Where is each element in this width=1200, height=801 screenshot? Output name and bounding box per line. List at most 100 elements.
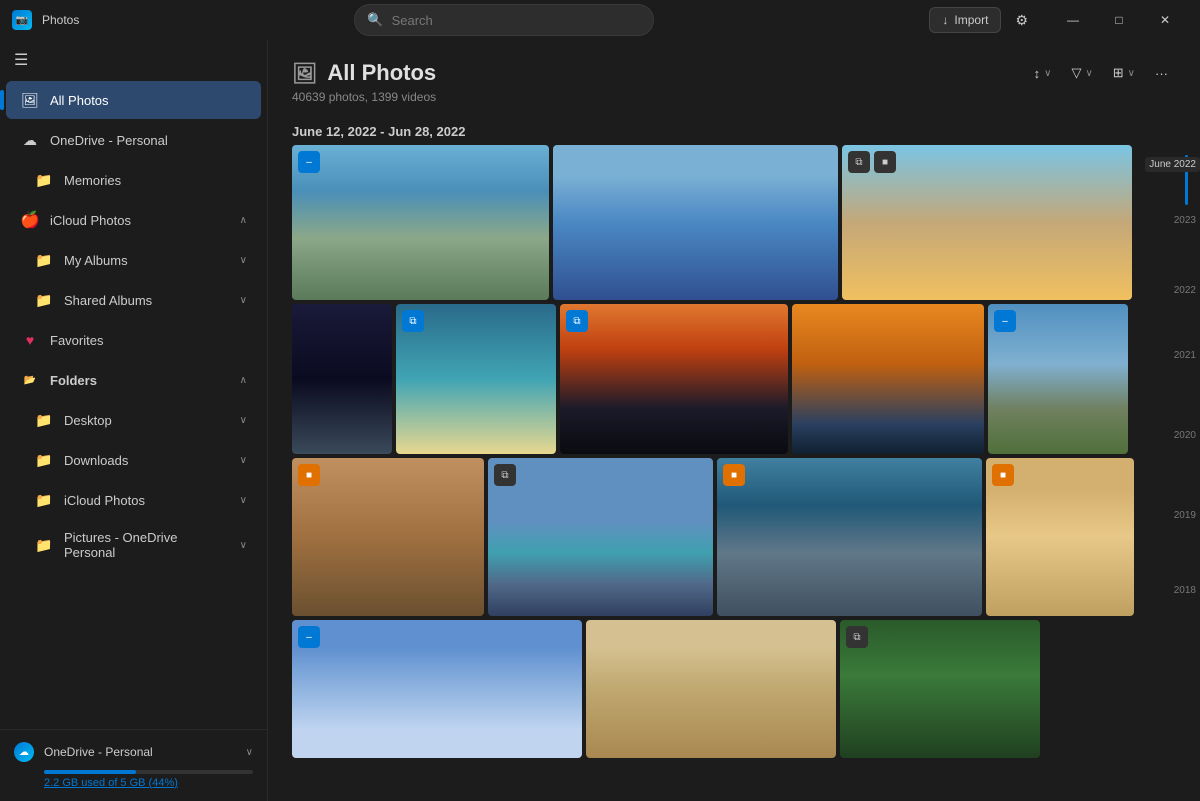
- pictures-onedrive-label: Pictures - OneDrive Personal: [64, 530, 230, 560]
- active-indicator: [0, 90, 4, 110]
- photo-thumb[interactable]: –: [988, 304, 1128, 454]
- photo-thumb[interactable]: –: [292, 620, 582, 758]
- photo-thumb[interactable]: [586, 620, 836, 758]
- photo-row-4: – ⧉: [292, 620, 1160, 758]
- photo-thumb[interactable]: ⧉ ■: [842, 145, 1132, 300]
- sidebar-footer: ☁ OneDrive - Personal ∨ 2.2 GB used of 5…: [0, 729, 267, 801]
- sidebar-item-memories[interactable]: 📁 Memories: [6, 161, 261, 199]
- content-toolbar: ↕ ∨ ▽ ∨ ⊞ ∨ ···: [1026, 60, 1176, 86]
- import-label: Import: [954, 13, 988, 27]
- settings-button[interactable]: ⚙: [1005, 6, 1038, 35]
- sort-button[interactable]: ↕ ∨: [1026, 61, 1060, 86]
- sidebar-item-all-photos[interactable]: 🖼 All Photos: [6, 81, 261, 119]
- window-controls: — □ ✕: [1050, 4, 1188, 36]
- icloud-icon: 🍎: [20, 210, 40, 230]
- pictures-onedrive-icon: 📁: [34, 535, 54, 555]
- sidebar-item-desktop[interactable]: 📁 Desktop ∨: [6, 401, 261, 439]
- photo-grid: – ⧉ ■: [292, 145, 1160, 801]
- app-title: Photos: [42, 13, 79, 27]
- sidebar-item-onedrive[interactable]: ☁ OneDrive - Personal: [6, 121, 261, 159]
- app-icon: 📷: [12, 10, 32, 30]
- shared-albums-chevron: ∨: [240, 295, 247, 306]
- favorites-icon: ♥: [20, 330, 40, 350]
- storage-item[interactable]: ☁ OneDrive - Personal ∨: [14, 742, 253, 762]
- settings-icon: ⚙: [1015, 12, 1028, 29]
- search-bar[interactable]: 🔍 Search: [354, 4, 654, 36]
- sidebar-item-icloud[interactable]: 🍎 iCloud Photos ∧: [6, 201, 261, 239]
- photo-thumb[interactable]: ■: [986, 458, 1134, 616]
- sidebar-item-folders[interactable]: 📂 Folders ∧: [6, 361, 261, 399]
- timeline-year-2021[interactable]: 2021: [1174, 350, 1196, 361]
- folders-label: Folders: [50, 373, 230, 388]
- title-icon: 🖼: [292, 61, 317, 86]
- sidebar-item-pictures-onedrive[interactable]: 📁 Pictures - OneDrive Personal ∨: [6, 521, 261, 569]
- sidebar-item-downloads[interactable]: 📁 Downloads ∨: [6, 441, 261, 479]
- favorites-label: Favorites: [50, 333, 247, 348]
- sidebar: ☰ 🖼 All Photos ☁ OneDrive - Personal 📁 M…: [0, 40, 268, 801]
- photo-thumb[interactable]: ⧉: [396, 304, 556, 454]
- timeline-year-2018[interactable]: 2018: [1174, 585, 1196, 596]
- close-button[interactable]: ✕: [1142, 4, 1188, 36]
- downloads-icon: 📁: [34, 450, 54, 470]
- view-icon: ⊞: [1113, 65, 1124, 81]
- photo-thumb[interactable]: [792, 304, 984, 454]
- storage-text[interactable]: 2.2 GB used of 5 GB (44%): [44, 777, 253, 789]
- onedrive-icon: ☁: [20, 130, 40, 150]
- photo-thumb[interactable]: ⧉: [840, 620, 1040, 758]
- titlebar-center: 🔍 Search: [79, 4, 929, 36]
- content-title-row: 🖼 All Photos ↕ ∨ ▽ ∨ ⊞ ∨: [292, 60, 1176, 86]
- shared-albums-icon: 📁: [34, 290, 54, 310]
- titlebar-left: 📷 Photos: [12, 10, 79, 30]
- storage-chevron: ∨: [246, 747, 253, 758]
- filter-button[interactable]: ▽ ∨: [1063, 60, 1100, 86]
- timeline-year-2023[interactable]: 2023: [1174, 215, 1196, 226]
- photo-thumb[interactable]: [292, 304, 392, 454]
- folders-chevron: ∧: [240, 375, 247, 386]
- storage-bar: [44, 770, 136, 774]
- titlebar: 📷 Photos 🔍 Search ↓ Import ⚙ — □ ✕: [0, 0, 1200, 40]
- sidebar-item-icloud-folder[interactable]: 📁 iCloud Photos ∨: [6, 481, 261, 519]
- photo-thumb[interactable]: ⧉: [488, 458, 713, 616]
- timeline-sidebar: June 2022 2023 2022 2021 2020 2019 2018: [1160, 145, 1200, 801]
- my-albums-label: My Albums: [64, 253, 230, 268]
- photo-grid-container: – ⧉ ■: [268, 145, 1200, 801]
- icloud-chevron: ∧: [240, 215, 247, 226]
- photo-row-2: ⧉ ⧉ –: [292, 304, 1160, 454]
- icloud-folder-chevron: ∨: [240, 495, 247, 506]
- photo-thumb[interactable]: [553, 145, 838, 300]
- photo-row-3: ■ ⧉ ■ ■: [292, 458, 1160, 616]
- maximize-button[interactable]: □: [1096, 4, 1142, 36]
- timeline-year-2019[interactable]: 2019: [1174, 510, 1196, 521]
- photo-thumb[interactable]: –: [292, 145, 549, 300]
- filter-chevron: ∨: [1085, 68, 1092, 79]
- all-photos-icon: 🖼: [20, 90, 40, 110]
- import-icon: ↓: [942, 13, 948, 27]
- memories-icon: 📁: [34, 170, 54, 190]
- sidebar-item-shared-albums[interactable]: 📁 Shared Albums ∨: [6, 281, 261, 319]
- date-range: June 12, 2022 - Jun 28, 2022: [268, 112, 1200, 145]
- content-header: 🖼 All Photos ↕ ∨ ▽ ∨ ⊞ ∨: [268, 40, 1200, 112]
- content-subtitle: 40639 photos, 1399 videos: [292, 90, 1176, 104]
- downloads-chevron: ∨: [240, 455, 247, 466]
- timeline-year-2020[interactable]: 2020: [1174, 430, 1196, 441]
- import-button[interactable]: ↓ Import: [929, 7, 1001, 33]
- timeline-year-2022[interactable]: 2022: [1174, 285, 1196, 296]
- photo-thumb[interactable]: ■: [292, 458, 484, 616]
- sidebar-item-my-albums[interactable]: 📁 My Albums ∨: [6, 241, 261, 279]
- more-button[interactable]: ···: [1147, 61, 1176, 86]
- photo-row-1: – ⧉ ■: [292, 145, 1160, 300]
- photo-thumb[interactable]: ⧉: [560, 304, 788, 454]
- sidebar-item-favorites[interactable]: ♥ Favorites: [6, 321, 261, 359]
- storage-label: OneDrive - Personal: [44, 745, 236, 759]
- storage-bar-container: [44, 770, 253, 774]
- hamburger-menu[interactable]: ☰: [0, 40, 267, 80]
- storage-cloud-icon: ☁: [14, 742, 34, 762]
- memories-label: Memories: [64, 173, 247, 188]
- minimize-button[interactable]: —: [1050, 4, 1096, 36]
- shared-albums-label: Shared Albums: [64, 293, 230, 308]
- titlebar-right: ↓ Import ⚙ — □ ✕: [929, 4, 1188, 36]
- photo-thumb[interactable]: ■: [717, 458, 982, 616]
- downloads-label: Downloads: [64, 453, 230, 468]
- onedrive-label: OneDrive - Personal: [50, 133, 247, 148]
- view-button[interactable]: ⊞ ∨: [1105, 60, 1143, 86]
